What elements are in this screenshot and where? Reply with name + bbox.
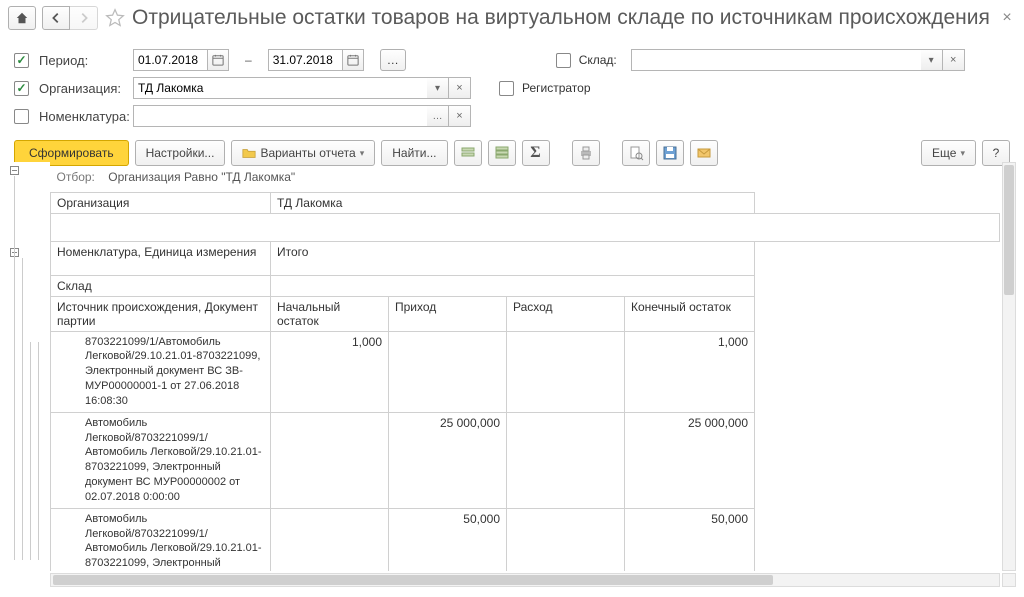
page-title: Отрицательные остатки товаров на виртуал… <box>132 6 992 30</box>
nomen-clear[interactable]: × <box>449 105 471 127</box>
hdr-c2: Приход <box>389 296 507 331</box>
period-label: Период: <box>39 53 123 68</box>
titlebar: Отрицательные остатки товаров на виртуал… <box>0 0 1024 36</box>
date-to-input[interactable] <box>268 49 342 71</box>
horizontal-scrollbar[interactable] <box>50 573 1000 587</box>
org-clear[interactable]: × <box>449 77 471 99</box>
report-area: Отбор: Организация Равно "ТД Лакомка" Ор… <box>8 162 1016 587</box>
close-button[interactable]: × <box>998 9 1016 27</box>
filter-value: Организация Равно "ТД Лакомка" <box>108 170 295 184</box>
hdr-c1: Начальный остаток <box>271 296 389 331</box>
org-dropdown[interactable]: ▾ <box>427 77 449 99</box>
sigma-icon: Σ <box>530 144 540 162</box>
period-checkbox[interactable] <box>14 53 29 68</box>
val-org: ТД Лакомка <box>271 192 755 213</box>
nomen-checkbox[interactable] <box>14 109 29 124</box>
nomen-input[interactable] <box>133 105 427 127</box>
vertical-scrollbar[interactable] <box>1002 162 1016 571</box>
sklad-clear[interactable]: × <box>943 49 965 71</box>
scroll-corner <box>1002 573 1016 587</box>
org-checkbox[interactable] <box>14 81 29 96</box>
date-from-input[interactable] <box>133 49 207 71</box>
nomen-label: Номенклатура: <box>39 109 123 124</box>
hdr-nomen: Номенклатура, Единица измерения <box>51 241 271 275</box>
period-select-button[interactable]: … <box>380 49 406 71</box>
sklad-input[interactable] <box>631 49 921 71</box>
date-from-picker[interactable] <box>207 49 229 71</box>
org-input[interactable] <box>133 77 427 99</box>
outline-toggle-1[interactable] <box>10 166 19 175</box>
hdr-sklad: Склад <box>51 275 271 296</box>
filter-label: Отбор: <box>57 170 95 184</box>
table-row[interactable]: Автомобиль Легковой/8703221099/1/Автомоб… <box>51 412 1000 508</box>
hdr-c3: Расход <box>507 296 625 331</box>
hdr-source: Источник происхождения, Документ партии <box>51 296 271 331</box>
sklad-label: Склад: <box>579 53 623 67</box>
hdr-c4: Конечный остаток <box>625 296 755 331</box>
report-grid[interactable]: Отбор: Организация Равно "ТД Лакомка" Ор… <box>50 162 1000 571</box>
date-separator: – <box>239 53 258 67</box>
table-row[interactable]: Автомобиль Легковой/8703221099/1/Автомоб… <box>51 508 1000 571</box>
back-button[interactable] <box>42 6 70 30</box>
table-row[interactable]: 8703221099/1/Автомобиль Легковой/29.10.2… <box>51 331 1000 412</box>
sklad-checkbox[interactable] <box>556 53 571 68</box>
filters-panel: Период: – … Склад: ▾ × Организ <box>0 36 1024 136</box>
hdr-org: Организация <box>51 192 271 213</box>
reg-checkbox[interactable] <box>499 81 514 96</box>
folder-icon <box>242 146 256 160</box>
forward-button[interactable] <box>70 6 98 30</box>
org-label: Организация: <box>39 81 123 96</box>
outline-gutter[interactable] <box>8 162 50 587</box>
hdr-total: Итого <box>271 241 755 275</box>
favorite-icon[interactable] <box>104 7 126 29</box>
sklad-dropdown[interactable]: ▾ <box>921 49 943 71</box>
nomen-select[interactable]: … <box>427 105 449 127</box>
home-button[interactable] <box>8 6 36 30</box>
date-to-picker[interactable] <box>342 49 364 71</box>
reg-label: Регистратор <box>522 81 591 95</box>
